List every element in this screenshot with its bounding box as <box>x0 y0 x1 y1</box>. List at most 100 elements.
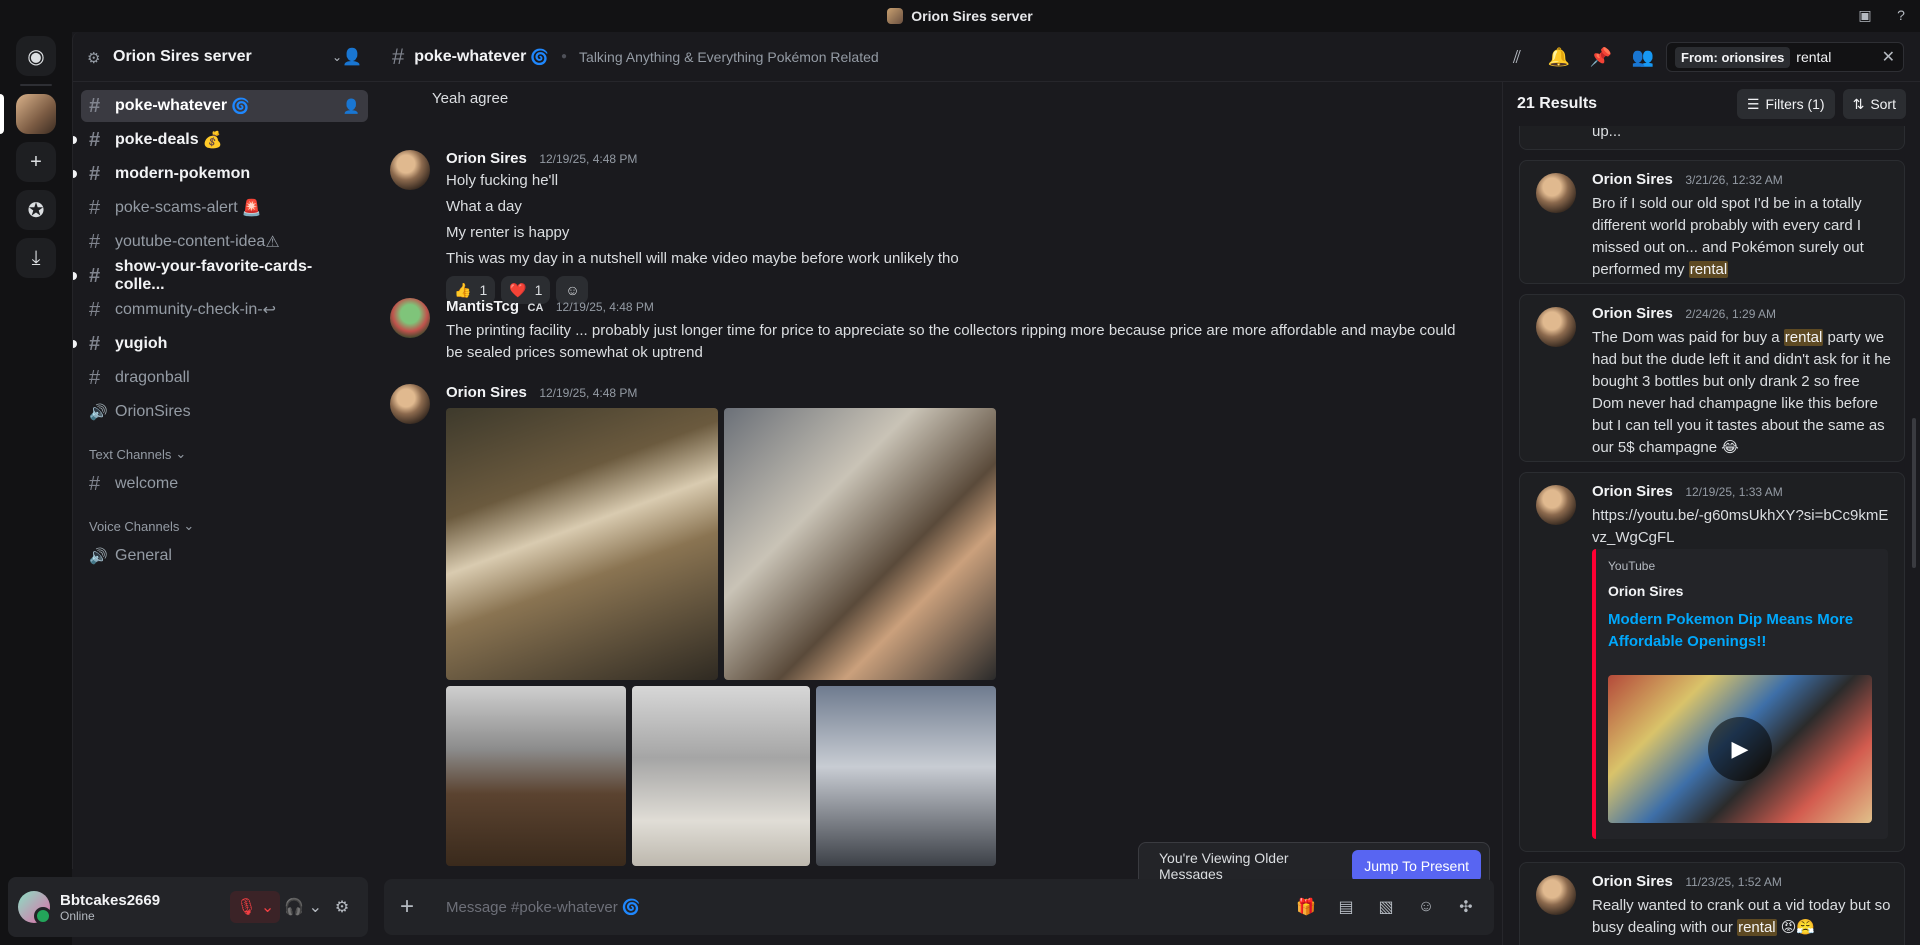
gif-icon[interactable]: ▤ <box>1334 895 1358 919</box>
channel-welcome[interactable]: # welcome <box>81 468 368 500</box>
chevron-down-icon: ⌄ <box>331 49 342 64</box>
message-line: What a day <box>446 198 522 215</box>
inbox-icon[interactable]: ▣ <box>1856 6 1874 24</box>
jump-to-present-button[interactable]: Jump To Present <box>1352 850 1481 882</box>
threads-icon[interactable]: ⫽ <box>1506 46 1528 68</box>
channel-poke-whatever[interactable]: # poke-whatever 🌀 👤 <box>81 90 368 122</box>
channel-emoji: ⚠ <box>265 234 280 251</box>
image-attachment[interactable] <box>724 408 996 680</box>
channel-label: modern-pokemon <box>115 165 251 182</box>
channel-general-voice[interactable]: 🔊 General <box>81 540 368 572</box>
hash-icon: # <box>89 298 101 321</box>
timestamp: 11/23/25, 1:52 AM <box>1685 875 1782 889</box>
channel-poke-scams-alert[interactable]: # poke-scams-alert 🚨 <box>81 192 368 224</box>
message-line: My renter is happy <box>446 224 570 241</box>
guild-separator <box>20 84 52 86</box>
author-name: Orion Sires <box>1592 483 1673 500</box>
channel-youtube-content-idea[interactable]: # youtube-content-idea ⚠ <box>81 226 368 258</box>
sticker-icon[interactable]: ▧ <box>1374 895 1398 919</box>
channel-modern-pokemon[interactable]: # modern-pokemon <box>73 158 368 190</box>
embed-author[interactable]: Orion Sires <box>1608 583 1683 599</box>
search-result-card[interactable]: up... <box>1519 126 1905 150</box>
image-attachment[interactable] <box>632 686 810 866</box>
hash-icon: # <box>89 196 101 219</box>
emoji-icon[interactable]: ☺ <box>1414 895 1438 919</box>
category-voice-channels[interactable]: Voice Channels ⌄ <box>81 502 368 540</box>
avatar[interactable] <box>390 384 430 424</box>
message-header: MantisTcg CA 12/19/25, 4:48 PM <box>446 298 654 316</box>
results-scrollbar[interactable] <box>1912 418 1916 568</box>
embed-title-link[interactable]: Modern Pokemon Dip Means More Affordable… <box>1608 609 1878 653</box>
mute-mic-button[interactable]: 🎙 ⌄ <box>230 891 281 923</box>
video-thumbnail[interactable]: ▶ <box>1608 675 1872 823</box>
channel-topic[interactable]: Talking Anything & Everything Pokémon Re… <box>579 49 879 65</box>
clear-search-icon[interactable]: ✕ <box>1882 47 1895 67</box>
image-attachment[interactable] <box>446 408 718 680</box>
filter-icon: ☰ <box>1746 95 1760 112</box>
search-bar[interactable]: From: orionsires rental ✕ <box>1666 42 1904 72</box>
image-attachment[interactable] <box>816 686 996 866</box>
avatar <box>1536 485 1576 525</box>
server-rail: ◉ + ✪ ⤓ <box>0 32 72 945</box>
sort-label: Sort <box>1870 96 1896 112</box>
channel-show-your-favorite-cards[interactable]: # show-your-favorite-cards-colle... <box>73 258 368 293</box>
author-name: Orion Sires <box>1592 171 1673 188</box>
author-name[interactable]: MantisTcg <box>446 298 519 315</box>
notification-bell-icon[interactable]: 🔔 <box>1548 46 1570 68</box>
avatar[interactable] <box>390 150 430 190</box>
speaker-icon: 🔊 <box>89 404 108 421</box>
invite-people-icon[interactable]: 👤 <box>342 47 362 67</box>
youtube-embed: YouTube Orion Sires Modern Pokemon Dip M… <box>1592 549 1888 839</box>
user-settings-gear-icon[interactable]: ⚙ <box>326 891 358 923</box>
image-attachment[interactable] <box>446 686 626 866</box>
hash-icon: # <box>89 128 101 151</box>
author-name[interactable]: Orion Sires <box>446 150 527 167</box>
play-icon[interactable]: ▶ <box>1708 717 1772 781</box>
search-filter-tag[interactable]: From: orionsires <box>1675 46 1791 68</box>
search-result-card[interactable]: Orion Sires 12/19/25, 1:33 AM https://yo… <box>1519 472 1905 852</box>
headphones-button[interactable]: 🎧 ⌄ <box>284 891 322 923</box>
channel-poke-deals[interactable]: # poke-deals 💰 <box>73 124 368 156</box>
category-text-channels[interactable]: Text Channels ⌄ <box>81 430 368 468</box>
channel-dragonball[interactable]: # dragonball <box>81 362 368 394</box>
search-result-card[interactable]: Orion Sires 3/21/26, 12:32 AM Bro if I s… <box>1519 160 1905 284</box>
hash-icon: # <box>89 332 101 355</box>
search-input[interactable]: rental <box>1796 49 1881 65</box>
search-result-card[interactable]: Orion Sires 11/23/25, 1:52 AM Really wan… <box>1519 862 1905 945</box>
user-info[interactable]: Bbtcakes2669 Online <box>60 892 226 923</box>
message-line: Holy fucking he'll <box>446 172 559 189</box>
avatar[interactable] <box>18 891 52 925</box>
channel-community-check-in[interactable]: # community-check-in- ↩ <box>81 294 368 326</box>
sort-button[interactable]: ⇅ Sort <box>1842 89 1906 119</box>
gift-icon[interactable]: 🎁 <box>1294 895 1318 919</box>
server-header[interactable]: ⚙ Orion Sires server ⌄ 👤 <box>73 32 376 82</box>
server-settings-icon: ⚙ <box>87 49 101 67</box>
reaction-emoji: ❤️ <box>509 281 527 298</box>
channel-orionsires-voice[interactable]: 🔊 OrionSires <box>81 396 368 428</box>
filters-label: Filters (1) <box>1765 96 1825 112</box>
help-icon[interactable]: ? <box>1892 6 1910 24</box>
avatar[interactable] <box>390 298 430 338</box>
discover-icon[interactable]: ✪ <box>16 190 56 230</box>
youtube-link[interactable]: https://youtu.be/-g60msUkhXY?si=bCc9kmEv… <box>1592 505 1892 549</box>
member-list-icon[interactable]: 👥 <box>1632 46 1654 68</box>
add-member-icon[interactable]: 👤 <box>343 98 360 115</box>
search-highlight: rental <box>1783 329 1824 346</box>
discord-home-icon[interactable]: ◉ <box>16 36 56 76</box>
embed-provider: YouTube <box>1608 559 1656 573</box>
add-server-icon[interactable]: + <box>16 142 56 182</box>
server-orion-sires-icon[interactable] <box>0 94 56 134</box>
attach-plus-icon[interactable]: + <box>400 893 428 921</box>
hash-icon: # <box>89 230 101 253</box>
author-name[interactable]: Orion Sires <box>446 384 527 401</box>
search-result-card[interactable]: Orion Sires 2/24/26, 1:29 AM The Dom was… <box>1519 294 1905 462</box>
timestamp: 12/19/25, 1:33 AM <box>1685 485 1783 499</box>
pin-icon[interactable]: 📌 <box>1590 46 1612 68</box>
filters-button[interactable]: ☰ Filters (1) <box>1736 89 1835 119</box>
channel-label: dragonball <box>115 369 190 386</box>
hash-icon: # <box>89 264 101 287</box>
channel-yugioh[interactable]: # yugioh <box>73 328 368 360</box>
apps-icon[interactable]: ✣ <box>1454 895 1478 919</box>
download-icon[interactable]: ⤓ <box>16 238 56 278</box>
message-input[interactable]: Message #poke-whatever 🌀 <box>446 898 1294 916</box>
